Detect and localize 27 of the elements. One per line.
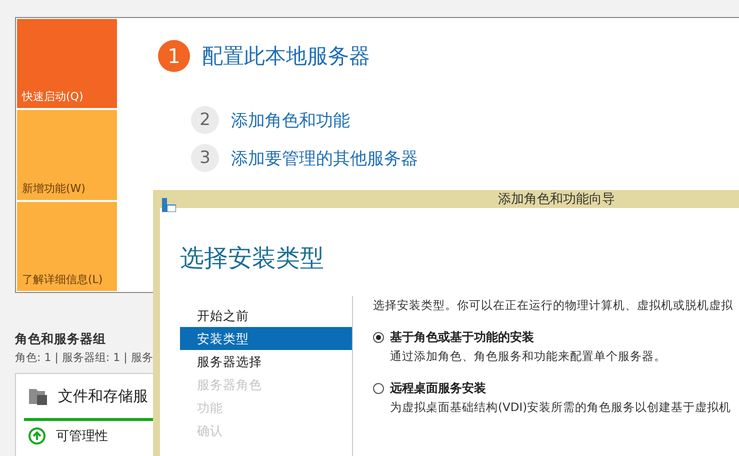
wizard-step[interactable]: 服务器选择: [180, 350, 352, 373]
step-link[interactable]: 添加角色和功能: [231, 108, 350, 132]
step-number: 3: [191, 144, 219, 172]
radio-button[interactable]: [373, 332, 384, 343]
step-link[interactable]: 添加要管理的其他服务器: [231, 146, 418, 170]
wizard-step[interactable]: 开始之前: [180, 304, 352, 327]
tile[interactable]: 快速启动(Q): [17, 19, 117, 108]
step-link[interactable]: 配置此本地服务器: [202, 42, 370, 70]
intro-text: 选择安装类型。你可以在正在运行的物理计算机、虚拟机或脱机虚拟: [373, 298, 733, 313]
step-number: 1: [158, 40, 190, 72]
option-label[interactable]: 基于角色或基于功能的安装: [390, 329, 534, 346]
section-summary: 角色: 1 | 服务器组: 1 | 服务: [15, 350, 153, 365]
status-label[interactable]: 可管理性: [56, 427, 108, 445]
option-description: 为虚拟桌面基础结构(VDI)安装所需的角色服务以创建基于虚拟机: [389, 400, 732, 415]
step-number: 2: [191, 106, 219, 134]
option-label[interactable]: 远程桌面服务安装: [390, 380, 486, 397]
role-name[interactable]: 文件和存储服: [58, 386, 148, 406]
window-title: 添加角色和功能向导: [498, 191, 615, 208]
radio-button[interactable]: [373, 383, 384, 394]
up-arrow-circle-icon: [28, 427, 46, 445]
folder-icon: [28, 386, 48, 406]
page-heading: 选择安装类型: [180, 243, 325, 274]
option-description: 通过添加角色、角色服务和功能来配置单个服务器。: [389, 349, 667, 364]
section-title: 角色和服务器组: [15, 331, 106, 348]
wizard-step[interactable]: 安装类型: [180, 327, 352, 350]
tile[interactable]: 了解详细信息(L): [17, 202, 117, 291]
tile[interactable]: 新增功能(W): [17, 110, 117, 200]
